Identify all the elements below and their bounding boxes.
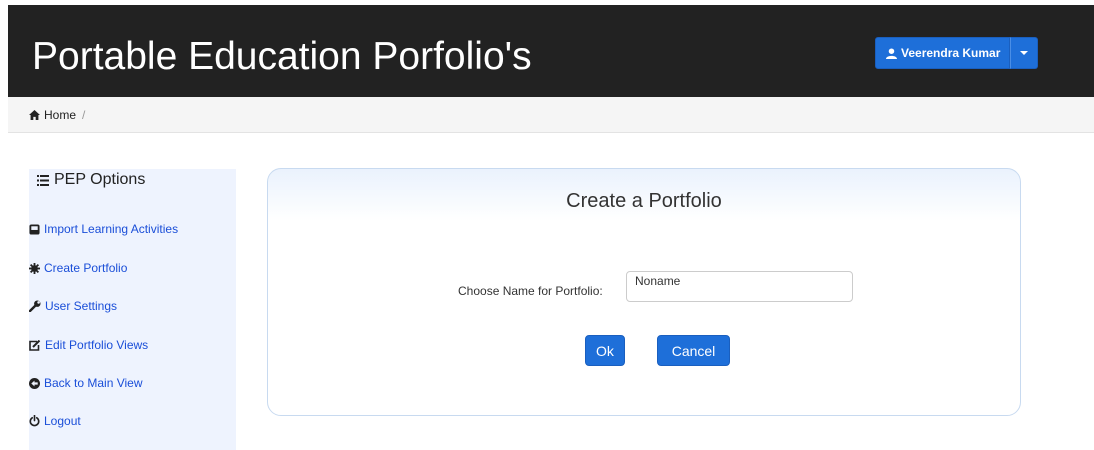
cancel-button[interactable]: Cancel bbox=[657, 335, 730, 366]
sidebar-item-label: Back to Main View bbox=[44, 376, 143, 390]
breadcrumb-home-label: Home bbox=[44, 107, 77, 122]
sidebar-title-label: PEP Options bbox=[54, 171, 146, 188]
user-button[interactable]: Veerendra Kumar bbox=[875, 37, 1011, 69]
sidebar-item-label: User Settings bbox=[45, 299, 118, 313]
list-icon bbox=[37, 174, 49, 186]
portfolio-name-label: Choose Name for Portfolio: bbox=[458, 284, 603, 298]
gear-icon bbox=[29, 262, 40, 274]
sidebar-item-create-portfolio[interactable]: Create Portfolio bbox=[29, 261, 127, 275]
import-icon bbox=[29, 223, 40, 235]
user-icon bbox=[886, 47, 897, 59]
sidebar-item-back-to-main-view[interactable]: Back to Main View bbox=[29, 376, 143, 390]
breadcrumb-home[interactable]: Home bbox=[29, 108, 76, 122]
app-title: Portable Education Porfolio's bbox=[32, 35, 532, 78]
edit-icon bbox=[29, 339, 41, 351]
navbar: Portable Education Porfolio's Veerendra … bbox=[8, 5, 1094, 97]
sidebar-item-import-learning-activities[interactable]: Import Learning Activities bbox=[29, 222, 178, 236]
panel-title: Create a Portfolio bbox=[566, 190, 722, 212]
ok-button[interactable]: Ok bbox=[585, 335, 625, 366]
wrench-icon bbox=[29, 300, 41, 312]
sidebar: PEP Options Import Learning Activities C… bbox=[29, 169, 236, 450]
user-menu: Veerendra Kumar bbox=[875, 37, 1039, 69]
sidebar-item-label: Create Portfolio bbox=[44, 261, 128, 275]
breadcrumb: Home / bbox=[8, 97, 1094, 133]
sidebar-item-label: Import Learning Activities bbox=[44, 222, 179, 236]
create-portfolio-panel: Create a Portfolio Choose Name for Portf… bbox=[267, 168, 1021, 416]
breadcrumb-separator: / bbox=[82, 107, 86, 122]
sidebar-item-edit-portfolio-views[interactable]: Edit Portfolio Views bbox=[29, 338, 148, 352]
portfolio-name-input[interactable] bbox=[626, 271, 853, 302]
caret-down-icon bbox=[1020, 51, 1029, 55]
sidebar-item-label: Edit Portfolio Views bbox=[45, 338, 149, 352]
sidebar-item-label: Logout bbox=[44, 414, 81, 428]
power-icon bbox=[29, 415, 40, 427]
home-icon bbox=[29, 109, 40, 120]
sidebar-title: PEP Options bbox=[37, 171, 145, 189]
back-icon bbox=[29, 377, 40, 389]
sidebar-item-user-settings[interactable]: User Settings bbox=[29, 299, 117, 313]
user-dropdown-toggle[interactable] bbox=[1010, 37, 1039, 69]
sidebar-item-logout[interactable]: Logout bbox=[29, 414, 81, 428]
user-name: Veerendra Kumar bbox=[901, 46, 1001, 60]
